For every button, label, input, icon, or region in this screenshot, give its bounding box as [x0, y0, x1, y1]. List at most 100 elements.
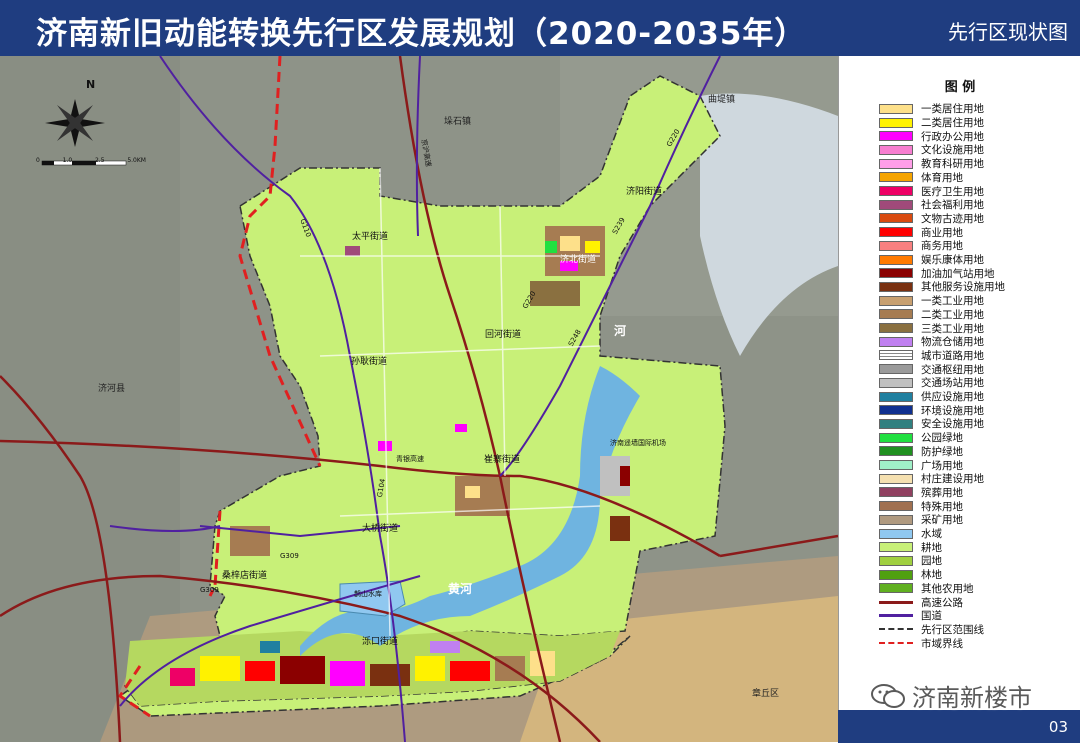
- legend-swatch: [879, 614, 913, 618]
- legend-swatch: [879, 377, 913, 388]
- legend-item: 林地: [879, 568, 942, 582]
- legend-swatch: [879, 405, 913, 416]
- legend-item: 其他服务设施用地: [879, 280, 1005, 294]
- legend-swatch: [879, 446, 913, 457]
- legend-item: 防护绿地: [879, 445, 963, 459]
- legend-item: 高速公路: [879, 595, 963, 609]
- legend-item: 环境设施用地: [879, 403, 984, 417]
- label-luokou: 泺口街道: [362, 637, 399, 647]
- land-use-map[interactable]: N 0 1.0 2.5 5.0KM 太平街道 济北街道 济阳街道 回河街道 孙耿街道 …: [0, 56, 838, 742]
- legend-item: 社会福利用地: [879, 198, 984, 212]
- legend-item: 商务用地: [879, 239, 963, 253]
- scale-bar-ticks: 0 1.0 2.5 5.0KM: [36, 157, 146, 164]
- legend-item: 文化设施用地: [879, 143, 984, 157]
- label-jiyang: 济阳街道: [626, 187, 663, 197]
- legend-item: 公园绿地: [879, 431, 963, 445]
- legend-swatch: [879, 528, 913, 539]
- legend-item: 二类工业用地: [879, 308, 984, 322]
- label-zhangqiu: 章丘区: [752, 689, 780, 699]
- legend-swatch: [879, 199, 913, 210]
- page-bar: 03: [838, 710, 1080, 743]
- legend-swatch: [879, 295, 913, 306]
- legend-item: 采矿用地: [879, 513, 963, 527]
- legend-swatch: [879, 131, 913, 142]
- legend-item: 交通枢纽用地: [879, 362, 984, 376]
- legend-swatch: [879, 555, 913, 566]
- legend-swatch: [879, 227, 913, 238]
- watermark-text: 济南新楼市: [912, 684, 1032, 712]
- legend-swatch: [879, 117, 913, 128]
- label-huihe: 回河街道: [485, 330, 522, 340]
- legend-item: 城市道路用地: [879, 349, 984, 363]
- legend-swatch: [879, 240, 913, 251]
- legend-swatch: [879, 583, 913, 594]
- legend-item: 广场用地: [879, 458, 963, 472]
- compass-n-label: N: [86, 78, 96, 91]
- page-number: 03: [1048, 718, 1068, 736]
- legend-label: 市域界线: [921, 637, 963, 650]
- legend-swatch: [879, 542, 913, 553]
- legend-swatch: [879, 473, 913, 484]
- legend-swatch: [879, 364, 913, 375]
- label-he: 河: [614, 324, 627, 338]
- legend-swatch: [879, 336, 913, 347]
- legend-item: 交通场站用地: [879, 376, 984, 390]
- legend-swatch: [879, 186, 913, 197]
- legend-swatch: [879, 514, 913, 525]
- legend-item: 耕地: [879, 540, 942, 554]
- legend-swatch: [879, 350, 913, 361]
- legend-item: 安全设施用地: [879, 417, 984, 431]
- label-g309b: G309: [200, 586, 219, 594]
- label-taiping: 太平街道: [352, 232, 389, 242]
- legend-item: 先行区范围线: [879, 623, 984, 637]
- label-queshan: 鹊山水库: [354, 590, 382, 598]
- legend-item: 供应设施用地: [879, 390, 984, 404]
- legend-item: 国道: [879, 609, 942, 623]
- legend-swatch: [879, 254, 913, 265]
- label-airport: 济南遥墙国际机场: [610, 439, 666, 447]
- label-qudi: 曲堤镇: [708, 95, 736, 105]
- legend-item: 三类工业用地: [879, 321, 984, 335]
- legend-swatch: [879, 460, 913, 471]
- legend-item: 特殊用地: [879, 499, 963, 513]
- legend-swatch: [879, 268, 913, 279]
- legend-swatch: [879, 213, 913, 224]
- legend-swatch: [879, 103, 913, 114]
- map-legend: 图 例 一类居住用地 二类居住用地 行政办公用地 文化设施用地 教育科研用地 体育用地 医疗…: [838, 56, 1080, 710]
- legend-item: 行政办公用地: [879, 129, 984, 143]
- legend-item: 医疗卫生用地: [879, 184, 984, 198]
- legend-swatch: [879, 487, 913, 498]
- legend-swatch: [879, 391, 913, 402]
- label-duoshi: 垛石镇: [444, 117, 472, 127]
- label-sangzidian: 桑梓店街道: [222, 571, 268, 581]
- legend-item: 文物古迹用地: [879, 212, 984, 226]
- legend-swatch: [879, 628, 913, 631]
- legend-item: 娱乐康体用地: [879, 253, 984, 267]
- legend-swatch: [879, 418, 913, 429]
- legend-item: 体育用地: [879, 171, 963, 185]
- label-qingyin: 青银高速: [396, 455, 424, 463]
- legend-swatch: [879, 144, 913, 155]
- legend-item: 殡葬用地: [879, 486, 963, 500]
- map-subtitle: 先行区现状图: [948, 20, 1068, 44]
- legend-item: 村庄建设用地: [879, 472, 984, 486]
- label-jihe: 济河县: [98, 384, 126, 394]
- legend-item: 二类居住用地: [879, 116, 984, 130]
- page-title: 济南新旧动能转换先行区发展规划（2020-2035年）: [36, 16, 807, 52]
- legend-swatch: [879, 281, 913, 292]
- legend-item: 加油加气站用地: [879, 266, 995, 280]
- legend-swatch: [879, 309, 913, 320]
- legend-item: 市域界线: [879, 636, 963, 650]
- legend-title: 图 例: [944, 80, 976, 95]
- wechat-icon: [871, 683, 905, 708]
- label-jibei: 济北街道: [560, 255, 597, 265]
- legend-item: 园地: [879, 554, 942, 568]
- label-g309: G309: [280, 552, 299, 560]
- legend-swatch: [879, 172, 913, 183]
- legend-swatch: [879, 158, 913, 169]
- legend-swatch: [879, 501, 913, 512]
- legend-swatch: [879, 569, 913, 580]
- header-bar: 济南新旧动能转换先行区发展规划（2020-2035年） 先行区现状图: [0, 0, 1080, 56]
- legend-swatch: [879, 600, 913, 604]
- label-huanghe: 黄河: [448, 582, 473, 596]
